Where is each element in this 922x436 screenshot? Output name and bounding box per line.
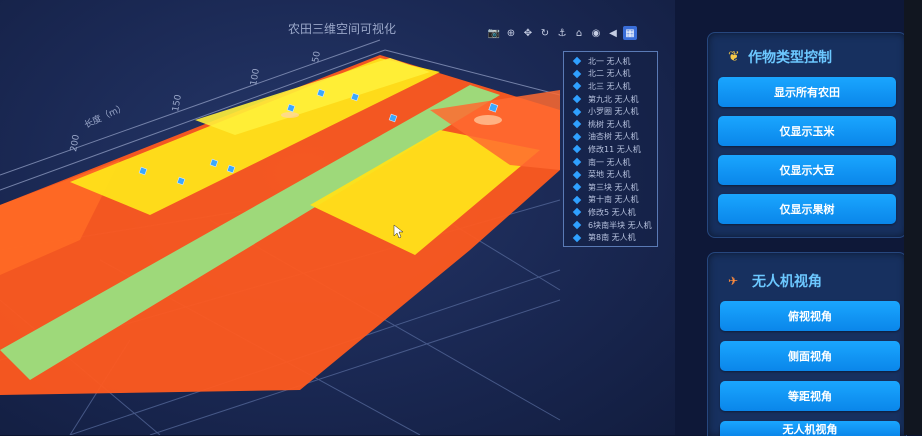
tick-50: 50 bbox=[311, 50, 323, 63]
legend-item[interactable]: 第九北 无人机 bbox=[564, 93, 657, 106]
legend-item[interactable]: 桃树 无人机 bbox=[564, 118, 657, 131]
chart-icon[interactable]: ▦ bbox=[623, 26, 637, 40]
legend-item[interactable]: 油杏树 无人机 bbox=[564, 131, 657, 144]
diamond-icon bbox=[572, 132, 582, 142]
legend-item[interactable]: 修改5 无人机 bbox=[564, 206, 657, 219]
anchor-icon[interactable]: ⚓ bbox=[555, 26, 569, 40]
axis-label: 长度（m） bbox=[82, 101, 128, 131]
show-all-fields-button[interactable]: 显示所有农田 bbox=[718, 77, 896, 107]
diamond-icon bbox=[572, 57, 582, 66]
home-icon[interactable]: ⌂ bbox=[572, 26, 586, 40]
screen-bezel bbox=[904, 0, 922, 435]
corn-only-button[interactable]: 仅显示玉米 bbox=[718, 116, 896, 146]
crop-panel-header: ❦ 作物类型控制 bbox=[728, 47, 832, 67]
plot-toolbar: 📷 ⊕ ✥ ↻ ⚓ ⌂ ◉ ◀ ▦ bbox=[487, 24, 657, 42]
diamond-icon bbox=[572, 120, 582, 129]
tag-icon[interactable]: ◀ bbox=[606, 26, 620, 40]
legend-item[interactable]: 菜地 无人机 bbox=[564, 168, 657, 181]
drone-pov-button[interactable]: 无人机视角 bbox=[720, 421, 900, 436]
soybean-only-button[interactable]: 仅显示大豆 bbox=[718, 155, 896, 185]
diamond-icon bbox=[572, 220, 582, 230]
drone-icon: ✈ bbox=[728, 274, 739, 288]
isometric-view-button[interactable]: 等距视角 bbox=[720, 381, 900, 411]
drone-panel-header: ✈ 无人机视角 bbox=[728, 271, 822, 291]
rotate-icon[interactable]: ↻ bbox=[538, 26, 552, 40]
control-sidebar: ❦ 作物类型控制 显示所有农田 仅显示玉米 仅显示大豆 仅显示果树 ✈ 无人机视… bbox=[675, 0, 922, 436]
side-view-button[interactable]: 侧面视角 bbox=[720, 341, 900, 371]
tick-200: 200 bbox=[69, 134, 82, 153]
crop-panel-title: 作物类型控制 bbox=[748, 50, 832, 66]
top-view-button[interactable]: 俯视视角 bbox=[720, 301, 900, 331]
legend-item[interactable]: 第十南 无人机 bbox=[564, 194, 657, 207]
diamond-icon bbox=[572, 233, 582, 242]
diamond-icon bbox=[572, 170, 582, 179]
diamond-icon bbox=[572, 145, 582, 154]
drone-view-panel: ✈ 无人机视角 俯视视角 侧面视角 等距视角 无人机视角 bbox=[707, 252, 907, 436]
pan-icon[interactable]: ✥ bbox=[521, 26, 535, 40]
camera-icon[interactable]: 📷 bbox=[487, 26, 501, 40]
zoom-icon[interactable]: ⊕ bbox=[504, 26, 518, 40]
legend-item[interactable]: 北二 无人机 bbox=[564, 68, 657, 81]
diamond-icon bbox=[572, 195, 582, 205]
legend-item[interactable]: 修改11 无人机 bbox=[564, 143, 657, 156]
legend-item[interactable]: 北一 无人机 bbox=[564, 55, 657, 68]
diamond-icon bbox=[572, 107, 582, 116]
crop-type-panel: ❦ 作物类型控制 显示所有农田 仅显示玉米 仅显示大豆 仅显示果树 bbox=[707, 32, 907, 238]
tick-150: 150 bbox=[171, 94, 184, 113]
fruit-tree-only-button[interactable]: 仅显示果树 bbox=[718, 194, 896, 224]
legend-item[interactable]: 南一 无人机 bbox=[564, 156, 657, 169]
legend-item[interactable]: 6块南半块 无人机 bbox=[564, 219, 657, 232]
diamond-icon bbox=[572, 182, 582, 192]
legend-item[interactable]: 第8南 无人机 bbox=[564, 231, 657, 244]
legend-item[interactable]: 小罗圈 无人机 bbox=[564, 105, 657, 118]
3d-scene-view[interactable]: 50 100 150 200 长度（m） 农田三维空间可视化 📷 ⊕ ✥ ↻ ⚓… bbox=[0, 0, 676, 435]
tick-100: 100 bbox=[249, 68, 262, 87]
diamond-icon bbox=[572, 208, 582, 217]
scene-title: 农田三维空间可视化 bbox=[288, 22, 397, 36]
diamond-icon bbox=[572, 94, 582, 104]
diamond-icon bbox=[572, 69, 582, 79]
drone-panel-title: 无人机视角 bbox=[752, 274, 822, 290]
drone-legend: 北一 无人机 北二 无人机 北三 无人机 第九北 无人机 小罗圈 无人机 桃树 … bbox=[563, 51, 658, 247]
camera-alt-icon[interactable]: ◉ bbox=[589, 26, 603, 40]
diamond-icon bbox=[572, 82, 582, 91]
legend-item[interactable]: 北三 无人机 bbox=[564, 80, 657, 93]
diamond-icon bbox=[572, 157, 582, 167]
legend-item[interactable]: 第三块 无人机 bbox=[564, 181, 657, 194]
plant-icon: ❦ bbox=[728, 49, 740, 65]
